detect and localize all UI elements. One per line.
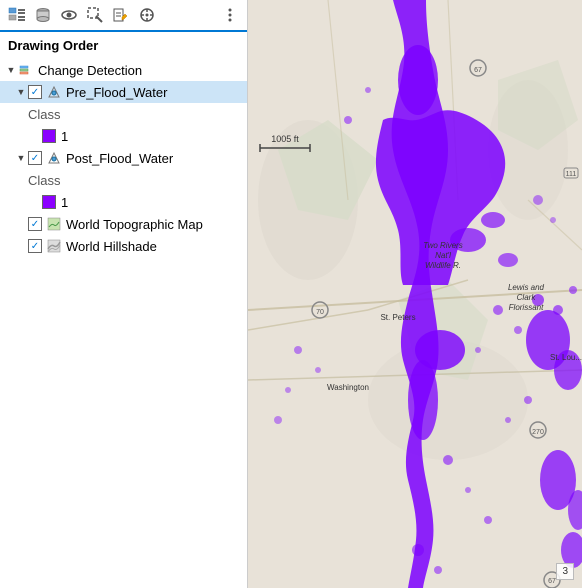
svg-text:St. Lou...: St. Lou... bbox=[550, 353, 582, 362]
class-label-pre-flood: Class bbox=[28, 107, 61, 122]
list-by-snapping-icon[interactable] bbox=[136, 4, 158, 26]
layer-tree: ▼ Change Detection ▼ Pre_F bbox=[0, 57, 247, 588]
class-label-post-flood: Class bbox=[28, 173, 61, 188]
layer-pre-flood-water[interactable]: ▼ Pre_Flood_Water bbox=[0, 81, 247, 103]
checkbox-post-flood-water[interactable] bbox=[28, 151, 42, 165]
pre-flood-water-label: Pre_Flood_Water bbox=[66, 85, 167, 100]
color-swatch-post-flood bbox=[42, 195, 56, 209]
topo-layer-icon bbox=[46, 216, 62, 232]
class-value-pre-flood: 1 bbox=[61, 129, 68, 144]
svg-text:Two Rivers: Two Rivers bbox=[423, 241, 462, 250]
svg-text:67: 67 bbox=[474, 67, 482, 74]
drawing-order-label: Drawing Order bbox=[8, 38, 98, 53]
list-by-visibility-icon[interactable] bbox=[58, 4, 80, 26]
svg-text:Florissant: Florissant bbox=[509, 303, 544, 312]
zoom-indicator: 3 bbox=[556, 563, 574, 580]
class-header-post-flood: Class bbox=[0, 169, 247, 191]
svg-text:Clark: Clark bbox=[517, 293, 537, 302]
svg-text:1005 ft: 1005 ft bbox=[271, 134, 299, 144]
feature-layer-icon-pre-flood bbox=[46, 84, 62, 100]
expand-arrow-pre-flood: ▼ bbox=[14, 87, 28, 97]
class-item-post-flood-1: 1 bbox=[0, 191, 247, 213]
list-by-editing-icon[interactable] bbox=[110, 4, 132, 26]
options-icon[interactable] bbox=[219, 4, 241, 26]
drawing-order-header: Drawing Order bbox=[0, 32, 247, 57]
expand-arrow-post-flood: ▼ bbox=[14, 153, 28, 163]
feature-layer-icon-post-flood bbox=[46, 150, 62, 166]
world-hillshade-label: World Hillshade bbox=[66, 239, 157, 254]
layer-world-topo[interactable]: ▶ World Topographic Map bbox=[0, 213, 247, 235]
svg-text:Wildlife R.: Wildlife R. bbox=[425, 261, 461, 270]
layer-post-flood-water[interactable]: ▼ Post_Flood_Water bbox=[0, 147, 247, 169]
list-by-drawing-order-icon[interactable] bbox=[6, 4, 28, 26]
svg-text:Nat'l: Nat'l bbox=[435, 251, 451, 260]
class-value-post-flood: 1 bbox=[61, 195, 68, 210]
map-panel[interactable]: 70 270 67 67 111 bbox=[248, 0, 582, 588]
svg-text:Lewis and: Lewis and bbox=[508, 283, 545, 292]
svg-text:67: 67 bbox=[548, 578, 556, 585]
group-change-detection-label: Change Detection bbox=[38, 63, 142, 78]
svg-text:111: 111 bbox=[566, 171, 577, 178]
list-by-selection-icon[interactable] bbox=[84, 4, 106, 26]
checkbox-world-topo[interactable] bbox=[28, 217, 42, 231]
class-item-pre-flood-1: 1 bbox=[0, 125, 247, 147]
zoom-value: 3 bbox=[562, 566, 568, 577]
map-canvas: 70 270 67 67 111 bbox=[248, 0, 582, 588]
post-flood-water-label: Post_Flood_Water bbox=[66, 151, 173, 166]
group-change-detection[interactable]: ▼ Change Detection bbox=[0, 59, 247, 81]
toolbar bbox=[0, 0, 247, 32]
expand-arrow-change-detection: ▼ bbox=[4, 65, 18, 75]
world-topo-label: World Topographic Map bbox=[66, 217, 203, 232]
svg-text:Washington: Washington bbox=[327, 383, 369, 392]
color-swatch-pre-flood bbox=[42, 129, 56, 143]
svg-text:70: 70 bbox=[316, 309, 324, 316]
hillshade-layer-icon bbox=[46, 238, 62, 254]
list-by-source-icon[interactable] bbox=[32, 4, 54, 26]
layer-world-hillshade[interactable]: ▶ World Hillshade bbox=[0, 235, 247, 257]
svg-text:270: 270 bbox=[532, 429, 544, 436]
group-icon bbox=[18, 62, 34, 78]
left-panel: Drawing Order ▼ Change Detection ▼ bbox=[0, 0, 248, 588]
checkbox-pre-flood-water[interactable] bbox=[28, 85, 42, 99]
checkbox-world-hillshade[interactable] bbox=[28, 239, 42, 253]
class-header-pre-flood: Class bbox=[0, 103, 247, 125]
svg-text:St. Peters: St. Peters bbox=[380, 313, 415, 322]
